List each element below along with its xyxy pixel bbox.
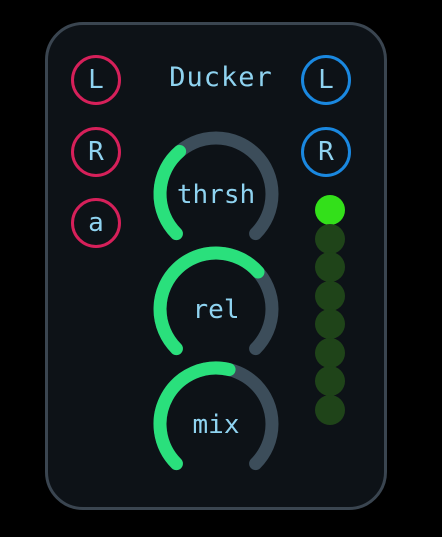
- meter-led-1: [315, 195, 345, 225]
- meter-led-3: [315, 252, 345, 282]
- meter-led-5: [315, 309, 345, 339]
- meter-led-6: [315, 337, 345, 368]
- meter-led-7: [315, 366, 345, 396]
- knob-layer: thrsh rel mix: [153, 131, 279, 471]
- meter-led-2: [315, 223, 345, 254]
- knob-threshold-label: thrsh: [177, 180, 255, 210]
- knob-release-label: rel: [193, 295, 240, 325]
- meter-led-8: [315, 394, 345, 425]
- knob-release[interactable]: rel: [153, 246, 279, 356]
- meter-led-4: [315, 280, 345, 311]
- knob-mix[interactable]: mix: [153, 361, 279, 471]
- knob-mix-label: mix: [193, 410, 240, 440]
- knob-threshold[interactable]: thrsh: [153, 131, 279, 241]
